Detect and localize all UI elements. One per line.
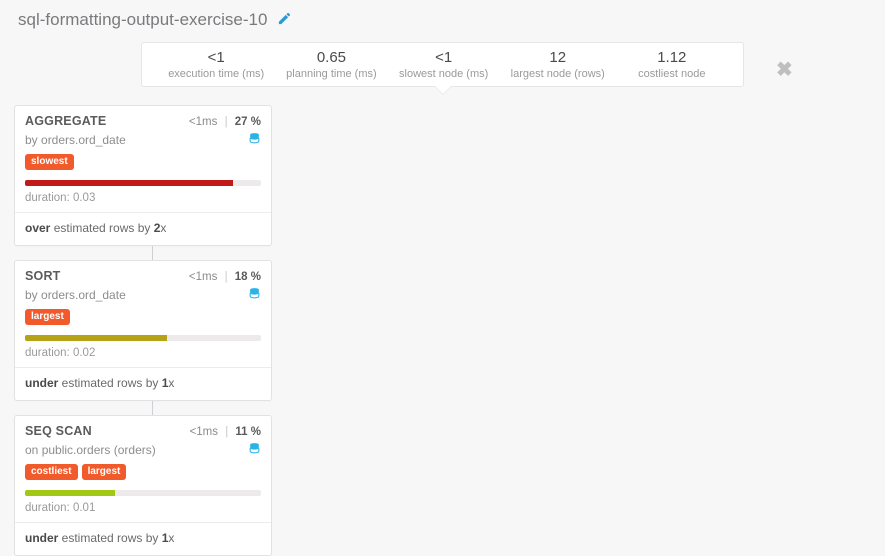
plan-node-time: <1ms [189,271,217,283]
separator: | [225,426,228,438]
plan-node-percent: 11 % [235,426,261,438]
plan-node-relation: by orders.ord_date [25,288,126,302]
stat-value: 0.65 [286,49,376,66]
plan-node[interactable]: SORT <1ms | 18 % by orders.ord_date larg… [14,260,272,401]
stat-label: costliest node [627,68,717,80]
plan-node-relation: by orders.ord_date [25,133,126,147]
stat-value: <1 [399,49,489,66]
plan-node-estimate: under estimated rows by 1x [25,523,261,545]
plan-node-relation-row: by orders.ord_date [25,132,261,148]
plan-node-type: AGGREGATE [25,114,106,128]
plan-node-type: SEQ SCAN [25,424,92,438]
stat-costliest-node: 1.12 costliest node [627,49,717,80]
separator: | [225,271,228,283]
stat-value: <1 [168,49,264,66]
plan-stats-bar: <1 execution time (ms) 0.65 planning tim… [141,42,744,87]
separator: | [225,116,228,128]
page-title: sql-formatting-output-exercise-10 [18,10,267,30]
plan-node-percent: 27 % [235,116,261,128]
plan-node-meta: <1ms | 11 % [190,426,261,438]
plan-node-time: <1ms [190,426,218,438]
plan-node-relation-row: by orders.ord_date [25,287,261,303]
plan-node-relation: on public.orders (orders) [25,443,156,457]
plan-tree: AGGREGATE <1ms | 27 % by orders.ord_date… [0,105,885,556]
stat-slowest-node: <1 slowest node (ms) [399,49,489,80]
stat-label: execution time (ms) [168,68,264,80]
plan-node-header: SEQ SCAN <1ms | 11 % [25,424,261,438]
plan-node-duration: duration: 0.01 [25,502,261,514]
duration-bar-fill [25,335,167,341]
stat-value: 1.12 [627,49,717,66]
close-icon[interactable]: ✖ [776,57,793,82]
page-header: sql-formatting-output-exercise-10 [0,0,885,36]
plan-node-header: AGGREGATE <1ms | 27 % [25,114,261,128]
plan-node-tags: slowest [25,154,261,170]
stat-label: slowest node (ms) [399,68,489,80]
plan-node[interactable]: AGGREGATE <1ms | 27 % by orders.ord_date… [14,105,272,246]
tree-connector [152,401,153,415]
duration-bar [25,180,261,186]
database-icon[interactable] [248,132,261,148]
plan-node-header: SORT <1ms | 18 % [25,269,261,283]
edit-icon[interactable] [277,11,292,29]
plan-node-meta: <1ms | 27 % [189,116,261,128]
plan-node-estimate: under estimated rows by 1x [25,368,261,390]
duration-bar [25,490,261,496]
plan-node[interactable]: SEQ SCAN <1ms | 11 % on public.orders (o… [14,415,272,556]
chevron-down-icon [434,86,452,95]
duration-bar-fill [25,490,115,496]
database-icon[interactable] [248,287,261,303]
plan-node-meta: <1ms | 18 % [189,271,261,283]
database-icon[interactable] [248,442,261,458]
plan-node-duration: duration: 0.03 [25,192,261,204]
stat-largest-node: 12 largest node (rows) [511,49,605,80]
tree-connector [152,246,153,260]
plan-node-percent: 18 % [235,271,261,283]
tag-costliest: costliest [25,464,78,480]
plan-node-type: SORT [25,269,61,283]
duration-bar-fill [25,180,233,186]
plan-node-tags: largest [25,309,261,325]
plan-node-tags: costliest largest [25,464,261,480]
stat-label: planning time (ms) [286,68,376,80]
plan-node-time: <1ms [189,116,217,128]
tag-largest: largest [25,309,70,325]
stat-execution-time: <1 execution time (ms) [168,49,264,80]
duration-bar [25,335,261,341]
tag-slowest: slowest [25,154,74,170]
plan-node-estimate: over estimated rows by 2x [25,213,261,235]
tag-largest: largest [82,464,127,480]
stat-label: largest node (rows) [511,68,605,80]
stat-planning-time: 0.65 planning time (ms) [286,49,376,80]
plan-node-relation-row: on public.orders (orders) [25,442,261,458]
plan-stats-wrap: <1 execution time (ms) 0.65 planning tim… [0,36,885,105]
plan-node-duration: duration: 0.02 [25,347,261,359]
stat-value: 12 [511,49,605,66]
